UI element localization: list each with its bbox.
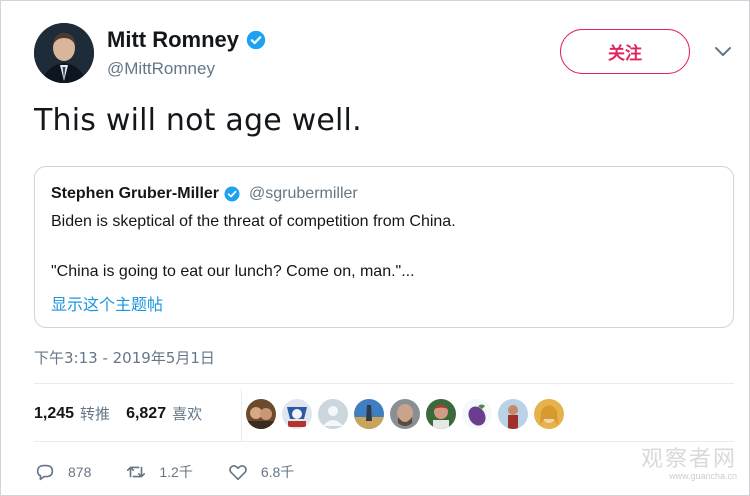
like-button[interactable]: 6.8千 [227,461,294,483]
liker-avatars [246,399,564,429]
author-handle[interactable]: @MittRomney [107,59,215,79]
quoted-author-handle[interactable]: @sgrubermiller [249,185,358,203]
liker-avatar[interactable] [426,399,456,429]
verified-badge-icon [224,186,240,202]
tweet-timestamp[interactable]: 下午3:13 - 2019年5月1日 [34,347,215,368]
like-count: 6.8千 [260,464,295,480]
author-name-text[interactable]: Mitt Romney [107,27,239,53]
reply-icon [36,464,54,481]
liker-avatar[interactable] [354,399,384,429]
engagement-stats: 1,245 转推 6,827 喜欢 [34,403,218,424]
quoted-tweet[interactable]: Stephen Gruber-Miller @sgrubermiller Bid… [34,166,734,328]
author-name[interactable]: Mitt Romney [107,27,267,53]
liker-avatar[interactable] [498,399,528,429]
chevron-down-icon[interactable] [713,44,733,58]
retweet-button[interactable]: 1.2千 [125,461,193,483]
retweets-label[interactable]: 转推 [80,403,110,424]
liker-avatar[interactable] [390,399,420,429]
likes-label[interactable]: 喜欢 [172,403,202,424]
quoted-tweet-text-line2: "China is going to eat our lunch? Come o… [51,263,415,280]
likes-count[interactable]: 6,827 [126,405,166,423]
divider [34,441,734,442]
quoted-author-name[interactable]: Stephen Gruber-Miller [51,185,219,203]
liker-avatar[interactable] [534,399,564,429]
watermark-url: www.guancha.cn [669,471,738,481]
liker-avatar[interactable] [318,399,348,429]
divider [34,383,734,384]
liker-avatar[interactable] [246,399,276,429]
reply-button[interactable]: 878 [34,461,91,483]
watermark-logo: 观察者网 [641,447,738,472]
show-thread-link[interactable]: 显示这个主题帖 [51,291,163,315]
liker-avatar[interactable] [282,399,312,429]
heart-icon [228,464,247,481]
retweets-count[interactable]: 1,245 [34,405,74,423]
verified-badge-icon [246,30,266,50]
follow-button[interactable]: 关注 [560,29,690,74]
retweet-icon [127,466,146,478]
liker-avatar[interactable] [462,399,492,429]
author-avatar[interactable] [34,23,94,83]
quoted-tweet-header: Stephen Gruber-Miller @sgrubermiller [51,185,358,203]
retweet-count: 1.2千 [159,464,193,480]
quoted-tweet-text-line1: Biden is skeptical of the threat of comp… [51,213,456,230]
tweet-actions: 878 1.2千 6.8千 [34,461,328,483]
reply-count: 878 [68,464,92,480]
tweet-text: This will not age well. [34,103,362,138]
divider [241,389,242,441]
tweet-card: Mitt Romney @MittRomney 关注 This will not… [0,0,750,496]
